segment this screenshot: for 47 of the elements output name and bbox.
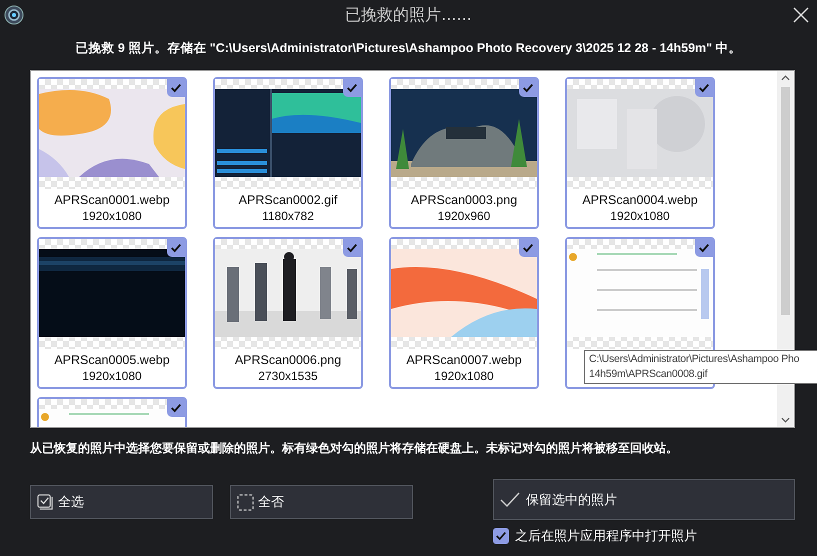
photo-card[interactable]: APRScan0004.webp 1920x1080 xyxy=(565,77,715,229)
keep-selected-button[interactable]: 保留选中的照片 xyxy=(493,479,795,520)
image-dimensions: 1920x1080 xyxy=(82,209,142,223)
file-name: APRScan0007.webp xyxy=(406,353,522,367)
file-name: APRScan0001.webp xyxy=(54,193,170,207)
scrollbar-thumb[interactable] xyxy=(781,87,790,315)
checkbox[interactable] xyxy=(493,528,509,544)
summary-text: 已挽救 9 照片。存储在 "C:\Users\Administrator\Pictures\Ashampoo Photo Recovery 3\2025 12 28 - 14h59m" 中。 xyxy=(74,40,743,57)
photo-card[interactable]: APRScan0001.webp 1920x1080 xyxy=(37,77,187,229)
image-dimensions: 1920x1080 xyxy=(434,369,494,383)
check-icon xyxy=(495,530,507,542)
tooltip-text: C:\Users\Administrator\Pictures\Ashampoo Pho xyxy=(589,352,800,367)
check-icon[interactable] xyxy=(167,399,185,417)
file-name: APRScan0005.webp xyxy=(54,353,170,367)
check-icon[interactable] xyxy=(343,79,361,97)
check-icon[interactable] xyxy=(695,239,713,257)
file-name: APRScan0003.png xyxy=(410,193,518,207)
image-dimensions: 1920x1080 xyxy=(82,369,142,383)
check-icon[interactable] xyxy=(167,79,185,97)
checkbox-icon xyxy=(37,494,54,510)
file-name: APRScan0004.webp xyxy=(582,193,698,207)
image-dimensions: 1920x960 xyxy=(438,209,490,223)
image-dimensions: 1920x1080 xyxy=(610,209,670,223)
tooltip-text: 14h59m\APRScan0008.gif xyxy=(589,367,708,382)
file-name: APRScan0006.png xyxy=(234,353,342,367)
image-dimensions: 1180x782 xyxy=(262,209,314,223)
close-icon[interactable] xyxy=(793,7,809,23)
select-none-button[interactable]: 全否 xyxy=(230,485,413,519)
select-all-button[interactable]: 全选 xyxy=(30,485,213,519)
check-icon[interactable] xyxy=(167,239,185,257)
check-icon xyxy=(500,490,520,508)
instruction-text: 从已恢复的照片中选择您要保留或删除的照片。标有绿色对勾的照片将存储在硬盘上。未标记对勾的照片将被移至回收站。 xyxy=(30,440,679,457)
photo-card[interactable]: APRScan0007.webp 1920x1080 xyxy=(389,237,539,389)
window-title: 已挽救的照片...... xyxy=(344,4,473,26)
file-name: APRScan0002.gif xyxy=(238,193,338,207)
aperture-icon xyxy=(4,5,24,25)
dashed-square-icon xyxy=(237,494,254,510)
check-icon[interactable] xyxy=(519,79,537,97)
image-dimensions: 2730x1535 xyxy=(258,369,318,383)
check-icon[interactable] xyxy=(695,79,713,97)
photo-card[interactable]: APRScan0006.png 2730x1535 xyxy=(213,237,363,389)
checkbox-label: 之后在照片应用程序中打开照片 xyxy=(515,528,697,545)
photo-card[interactable]: APRScan0005.webp 1920x1080 xyxy=(37,237,187,389)
check-icon[interactable] xyxy=(343,239,361,257)
photo-card[interactable]: APRScan0002.gif 1180x782 xyxy=(213,77,363,229)
photo-card[interactable]: APRScan0003.png 1920x960 xyxy=(389,77,539,229)
check-icon[interactable] xyxy=(519,239,537,257)
